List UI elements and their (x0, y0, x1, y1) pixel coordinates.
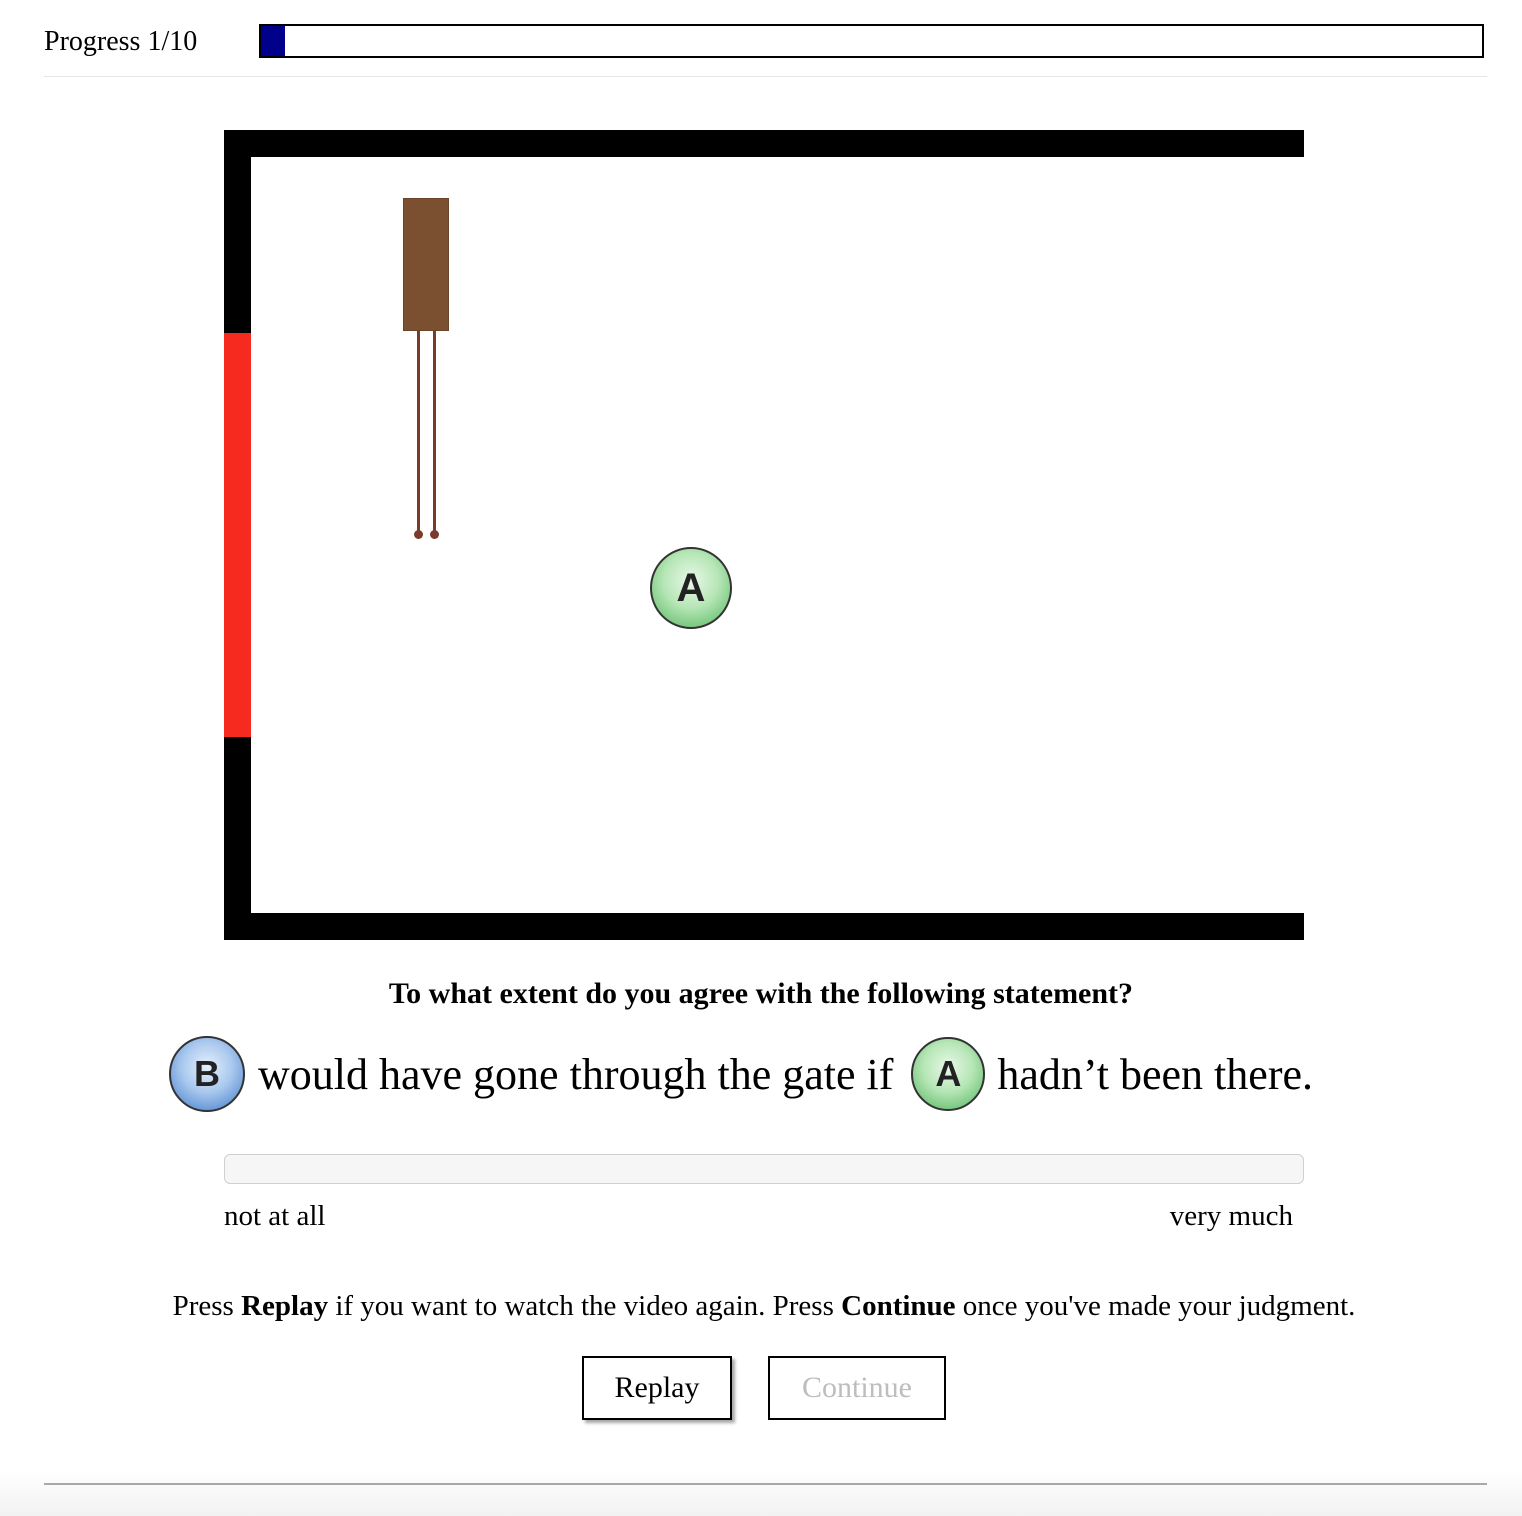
statement-text-end: hadn’t been there. (997, 1049, 1313, 1099)
slider-max-label: very much (1169, 1200, 1293, 1232)
experiment-page: Progress 1/10 A To what extent do you ag… (0, 0, 1522, 1516)
ball-b-icon: B (169, 1036, 245, 1112)
instructions-part2: if you want to watch the video again. Pr… (328, 1290, 842, 1322)
instructions-continue-word: Continue (841, 1290, 956, 1322)
progress-fill (261, 26, 286, 56)
gate (224, 333, 251, 737)
left-wall-upper (224, 130, 251, 333)
string-end-left (414, 530, 423, 539)
top-wall (224, 130, 1304, 157)
statement-ball-a-label: A (935, 1053, 962, 1094)
ball-b-label: B (194, 1053, 220, 1094)
ball-a-icon: A (911, 1037, 986, 1111)
instructions: Press Replay if you want to watch the vi… (0, 1287, 1522, 1325)
statement-text-middle: would have gone through the gate if (258, 1049, 894, 1099)
string-end-right (430, 530, 439, 539)
statement: B would have gone through the gate if A … (169, 1035, 1469, 1113)
instructions-part3: once you've made your judgment. (955, 1290, 1356, 1322)
box-string-left (417, 331, 420, 535)
continue-button[interactable]: Continue (768, 1356, 946, 1420)
left-wall-lower (224, 737, 251, 940)
ball-a-label: A (676, 565, 706, 610)
progress-label: Progress 1/10 (44, 26, 198, 57)
video-stage: A (224, 130, 1304, 940)
instructions-replay-word: Replay (241, 1290, 329, 1322)
replay-button[interactable]: Replay (582, 1356, 732, 1420)
bottom-wall (224, 913, 1304, 940)
box-obstacle (403, 198, 449, 331)
slider-min-label: not at all (224, 1200, 326, 1232)
header-divider (44, 76, 1487, 77)
footer (0, 1470, 1522, 1516)
agreement-slider[interactable] (224, 1154, 1304, 1184)
footer-divider (44, 1483, 1487, 1485)
ball-a: A (650, 547, 732, 629)
instructions-part1: Press (172, 1290, 242, 1322)
box-string-right (433, 331, 436, 535)
question-prompt: To what extent do you agree with the fol… (388, 977, 1134, 1010)
progress-bar (259, 24, 1484, 58)
